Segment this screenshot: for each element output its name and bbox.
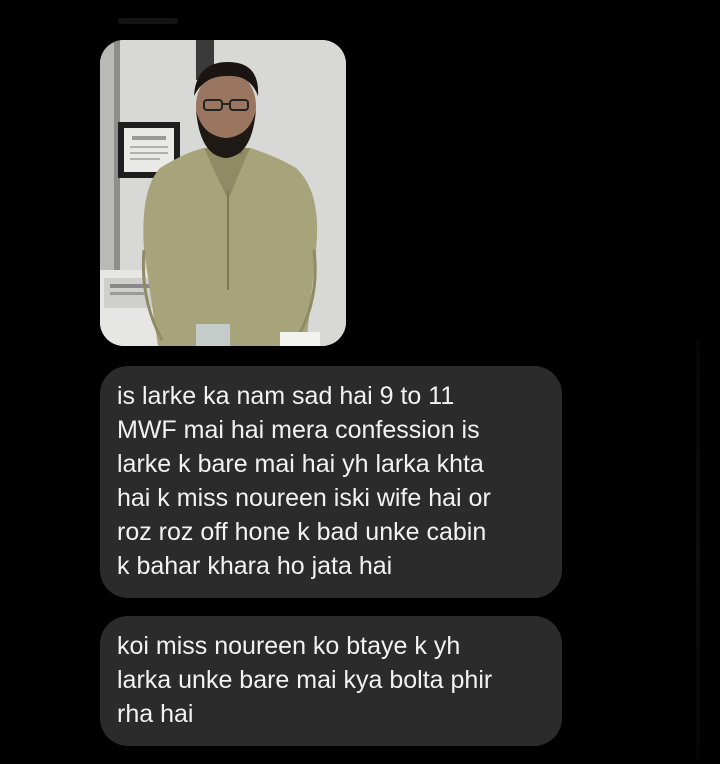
message-bubble-1[interactable]: is larke ka nam sad hai 9 to 11 MWF mai …	[100, 366, 562, 598]
scrollbar[interactable]	[696, 340, 700, 760]
message-bubble-2[interactable]: koi miss noureen ko btaye k yh larka unk…	[100, 616, 562, 746]
chat-screen: is larke ka nam sad hai 9 to 11 MWF mai …	[0, 0, 720, 764]
photo-icon	[100, 40, 346, 346]
scroll-hint	[118, 18, 178, 24]
image-message[interactable]	[100, 40, 346, 346]
